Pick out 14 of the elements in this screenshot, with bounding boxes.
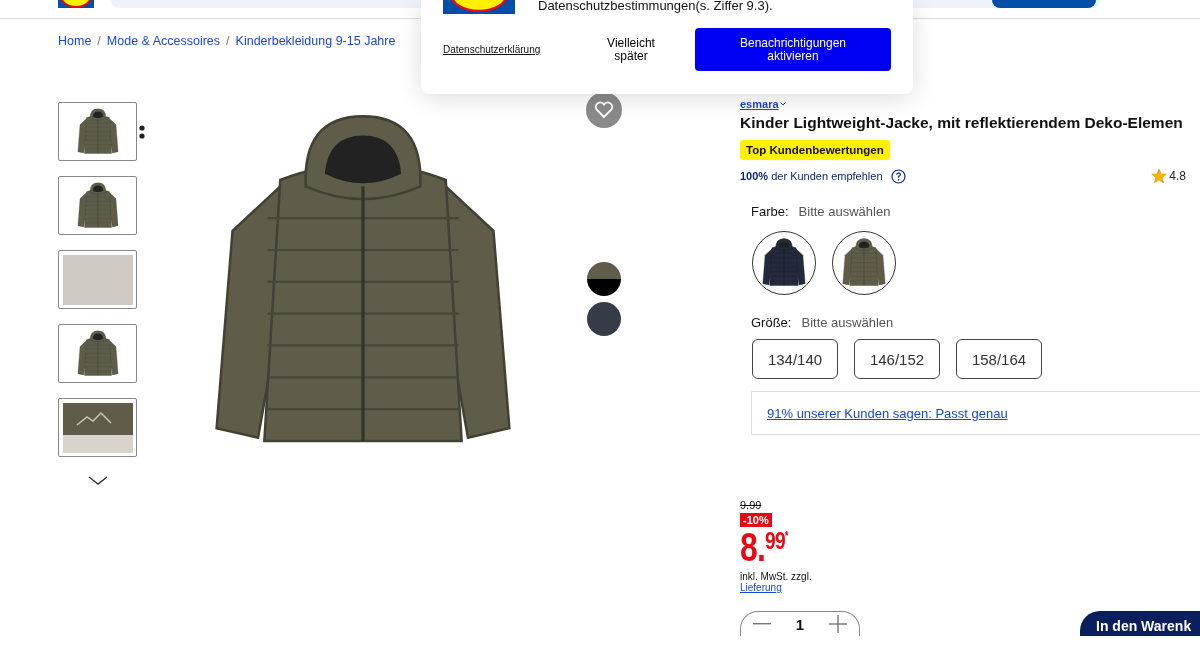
recommendation-text: 100% der Kunden empfehlen bbox=[740, 170, 883, 182]
popup-text: Datenschutzbestimmungen(s. Ziffer 9.3). bbox=[538, 0, 773, 13]
tax-note: inkl. MwSt. zzgl. bbox=[740, 571, 812, 582]
breadcrumb-separator: / bbox=[226, 34, 230, 48]
rating-value: 4.8 bbox=[1169, 169, 1186, 183]
breadcrumb-separator: / bbox=[97, 34, 101, 48]
size-hint: Bitte auswählen bbox=[801, 315, 894, 330]
product-title: Kinder Lightweight-Jacke, mit reflektierendem Deko-Elemen bbox=[740, 114, 1184, 132]
size-label: Größe: bbox=[751, 315, 792, 330]
color-hint: Bitte auswählen bbox=[798, 204, 891, 219]
color-label: Farbe: bbox=[751, 204, 789, 219]
rating-badge: Top Kundenbewertungen bbox=[740, 140, 890, 160]
discount-badge: -10% bbox=[740, 513, 772, 527]
old-price: 9.99 bbox=[740, 499, 762, 511]
